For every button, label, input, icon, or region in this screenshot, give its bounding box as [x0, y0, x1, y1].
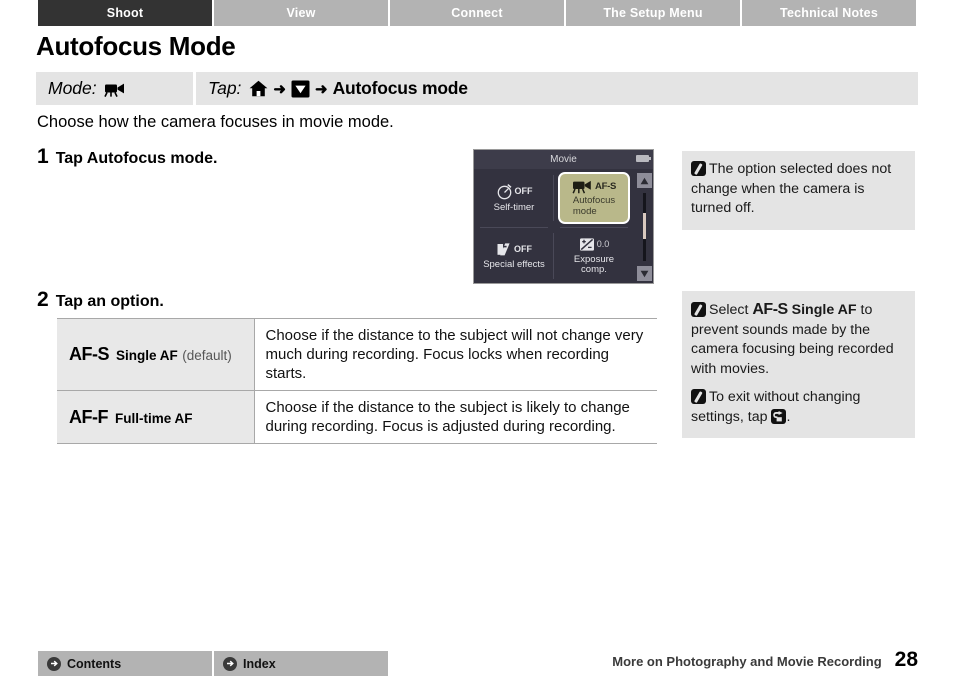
autofocus-caption-line1: Autofocus: [572, 195, 616, 206]
sidebar-note-1: The option selected does not change when…: [682, 151, 915, 230]
tab-label: Connect: [451, 6, 503, 20]
tab-label: Technical Notes: [780, 6, 878, 20]
contents-button-label: Contents: [67, 656, 122, 671]
pencil-note-icon: [691, 302, 706, 317]
note-text: The option selected does not change when…: [691, 161, 892, 216]
tab-the-setup-menu[interactable]: The Setup Menu: [566, 0, 740, 26]
option-code: AF-S: [69, 344, 110, 364]
tap-target-label: Autofocus mode: [332, 78, 468, 98]
footer-meta: More on Photography and Movie Recording …: [612, 648, 918, 672]
step-number: 1: [37, 145, 49, 168]
page-number: 28: [894, 648, 918, 671]
option-cell: AF-F Full-time AF: [57, 390, 255, 444]
lcd-item-exposure-comp[interactable]: 0.0 Exposure comp.: [554, 227, 634, 283]
note-paragraph: Select AF-S Single AF to prevent sounds …: [691, 300, 904, 379]
circle-arrow-icon: [47, 656, 61, 671]
tab-label: View: [286, 6, 316, 20]
step-2: 2 Tap an option.: [37, 288, 164, 312]
sidebar-note-2: Select AF-S Single AF to prevent sounds …: [682, 291, 915, 438]
option-name: Full-time AF: [114, 410, 193, 426]
step-number: 2: [37, 288, 49, 311]
lcd-item-self-timer[interactable]: OFF Self-timer: [474, 169, 554, 227]
pencil-note-icon: [691, 161, 706, 176]
tap-path-box: Tap: ➜ ➜ Autofocus mode: [196, 72, 918, 105]
self-timer-caption: Self-timer: [493, 201, 535, 213]
table-row: AF-S Single AF (default) Choose if the di…: [57, 318, 657, 391]
mode-box: Mode:: [36, 72, 193, 105]
lcd-menu-grid: OFF Self-timer AF-S Autofocus mode OFF S…: [474, 169, 634, 283]
exposure-caption-line2: comp.: [581, 264, 607, 275]
movie-af-icon: [572, 179, 593, 194]
option-description: Choose if the distance to the subject wi…: [254, 318, 657, 391]
special-effects-value: OFF: [514, 244, 532, 255]
lcd-item-special-effects[interactable]: OFF Special effects: [474, 227, 554, 283]
table-row: AF-F Full-time AF Choose if the distance …: [57, 390, 657, 444]
option-default-note: (default): [182, 348, 232, 363]
exposure-caption-line1: Exposure: [573, 253, 615, 265]
tab-connect[interactable]: Connect: [390, 0, 564, 26]
scroll-down-icon[interactable]: [637, 266, 652, 281]
battery-icon: [636, 155, 651, 162]
autofocus-options-table: AF-S Single AF (default) Choose if the di…: [57, 318, 657, 444]
lcd-selected-highlight: AF-S Autofocus mode: [558, 172, 630, 224]
step-text: Tap an option.: [55, 293, 164, 310]
option-name: Single AF: [116, 348, 178, 363]
movie-camera-icon: [103, 81, 126, 97]
autofocus-caption-line2: mode: [572, 205, 597, 217]
lcd-scrollbar[interactable]: [634, 169, 653, 283]
autofocus-mode-value: AF-S: [595, 181, 616, 192]
step-text: Tap Autofocus mode.: [55, 150, 218, 167]
tab-label: The Setup Menu: [603, 6, 703, 20]
manual-page: Shoot View Connect The Setup Menu Techni…: [0, 0, 954, 677]
mode-label: Mode:: [48, 78, 97, 98]
section-tab-bar: Shoot View Connect The Setup Menu Techni…: [38, 0, 916, 26]
note-af-code: AF-S: [752, 301, 788, 318]
tab-shoot[interactable]: Shoot: [38, 0, 212, 26]
page-title: Autofocus Mode: [36, 31, 236, 61]
footer-navigation: Contents Index: [38, 651, 388, 676]
circle-arrow-icon: [223, 656, 237, 671]
lcd-header-label: Movie: [550, 154, 577, 165]
lcd-header: Movie: [474, 150, 653, 169]
contents-button[interactable]: Contents: [38, 651, 212, 676]
index-button[interactable]: Index: [214, 651, 388, 676]
option-cell: AF-S Single AF (default): [57, 318, 255, 391]
step-1: 1 Tap Autofocus mode.: [37, 145, 217, 169]
scrollbar-thumb[interactable]: [643, 213, 646, 239]
note-text-post: .: [786, 408, 791, 425]
back-arrow-icon: [771, 408, 787, 424]
camera-lcd-screenshot: Movie OFF Self-timer AF-S Autofocus mode…: [473, 149, 654, 284]
path-arrow-2: ➜: [315, 80, 328, 98]
note-af-name: Single AF: [791, 302, 857, 318]
mode-tap-bar: Mode: Tap: ➜ ➜ Autofocus mode: [36, 72, 918, 105]
scroll-up-icon[interactable]: [637, 173, 652, 188]
tab-technical-notes[interactable]: Technical Notes: [742, 0, 916, 26]
home-icon: [249, 80, 268, 97]
note-paragraph: To exit without changing settings, tap .: [691, 388, 904, 427]
path-arrow-1: ➜: [273, 80, 286, 98]
special-effects-icon: [496, 242, 512, 257]
footer-section-label: More on Photography and Movie Recording: [612, 654, 882, 669]
index-button-label: Index: [243, 656, 276, 671]
tap-label: Tap:: [208, 78, 242, 98]
exposure-comp-value: 0.0: [596, 239, 610, 249]
note-text-pre: Select: [709, 302, 753, 318]
tab-view[interactable]: View: [214, 0, 388, 26]
note-paragraph: The option selected does not change when…: [691, 160, 904, 219]
lcd-item-autofocus-mode[interactable]: AF-S Autofocus mode: [554, 169, 634, 227]
option-code: AF-F: [69, 406, 108, 427]
self-timer-value: OFF: [514, 186, 533, 197]
intro-text: Choose how the camera focuses in movie m…: [37, 113, 394, 131]
pencil-note-icon: [691, 389, 706, 404]
exposure-comp-icon: [579, 237, 595, 252]
down-triangle-icon: [291, 80, 310, 98]
self-timer-icon: [496, 183, 513, 200]
tab-label: Shoot: [106, 6, 144, 20]
special-effects-caption: Special effects: [483, 258, 545, 270]
option-description: Choose if the distance to the subject is…: [254, 390, 657, 444]
